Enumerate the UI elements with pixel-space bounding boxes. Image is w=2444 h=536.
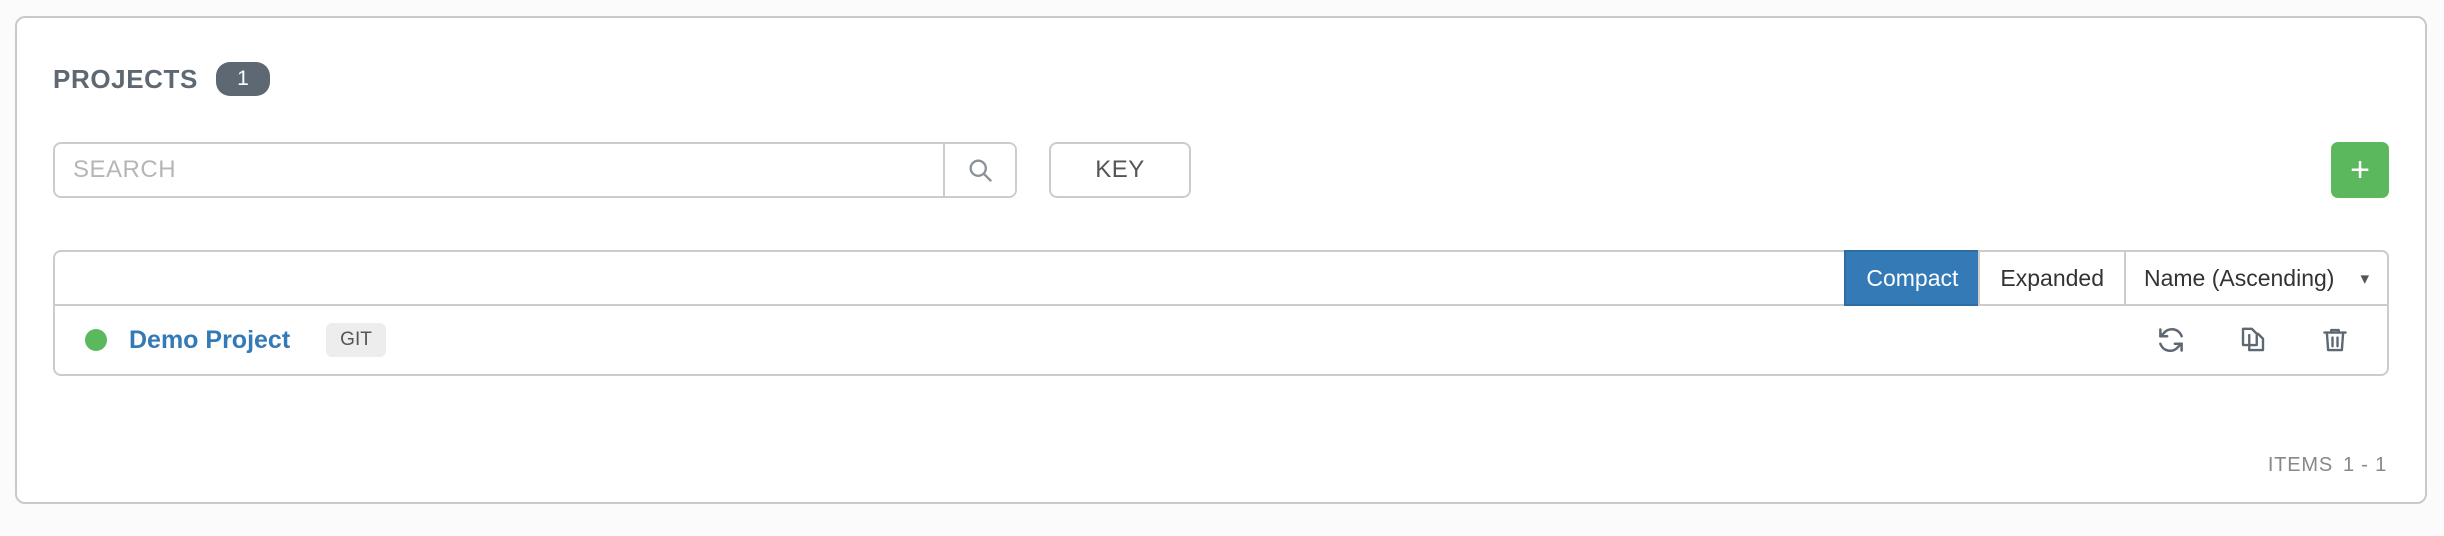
- chevron-down-icon: ▾: [2360, 268, 2369, 288]
- search-submit-button[interactable]: [943, 144, 1015, 196]
- project-identity: Demo Project GIT: [85, 323, 386, 357]
- items-footer: ITEMS 1 - 1: [2268, 454, 2387, 477]
- search-group: [53, 142, 1017, 198]
- search-icon: [969, 159, 992, 182]
- items-label: ITEMS: [2267, 454, 2333, 476]
- project-name-link[interactable]: Demo Project: [129, 326, 290, 355]
- projects-panel: PROJECTS 1 KEY + Compact Expanded Name (…: [15, 16, 2427, 504]
- row-actions: [2153, 322, 2353, 358]
- delete-project-icon[interactable]: [2317, 322, 2353, 358]
- page-title: PROJECTS: [53, 63, 198, 94]
- table-row[interactable]: Demo Project GIT: [55, 306, 2387, 374]
- scm-type-badge: GIT: [326, 323, 386, 357]
- view-mode-compact[interactable]: Compact: [1844, 250, 1979, 306]
- search-input[interactable]: [55, 144, 943, 196]
- copy-project-icon[interactable]: [2235, 322, 2271, 358]
- key-button[interactable]: KEY: [1049, 142, 1191, 198]
- add-project-button[interactable]: +: [2331, 142, 2389, 198]
- list-toolbar: Compact Expanded Name (Ascending) ▾: [55, 250, 2389, 306]
- sort-dropdown[interactable]: Name (Ascending) ▾: [2123, 250, 2389, 306]
- sort-dropdown-value: Name (Ascending): [2143, 264, 2335, 291]
- sync-project-icon[interactable]: [2153, 322, 2189, 358]
- projects-count-badge: 1: [215, 62, 270, 97]
- search-toolbar: KEY: [53, 142, 1191, 198]
- view-mode-expanded[interactable]: Expanded: [1978, 250, 2124, 306]
- toolbar-controls: Compact Expanded Name (Ascending) ▾: [1844, 250, 2389, 306]
- projects-list: Compact Expanded Name (Ascending) ▾ Demo…: [53, 250, 2389, 376]
- panel-header: PROJECTS 1: [53, 62, 270, 97]
- status-badge: [85, 329, 107, 351]
- items-range: 1 - 1: [2342, 454, 2387, 476]
